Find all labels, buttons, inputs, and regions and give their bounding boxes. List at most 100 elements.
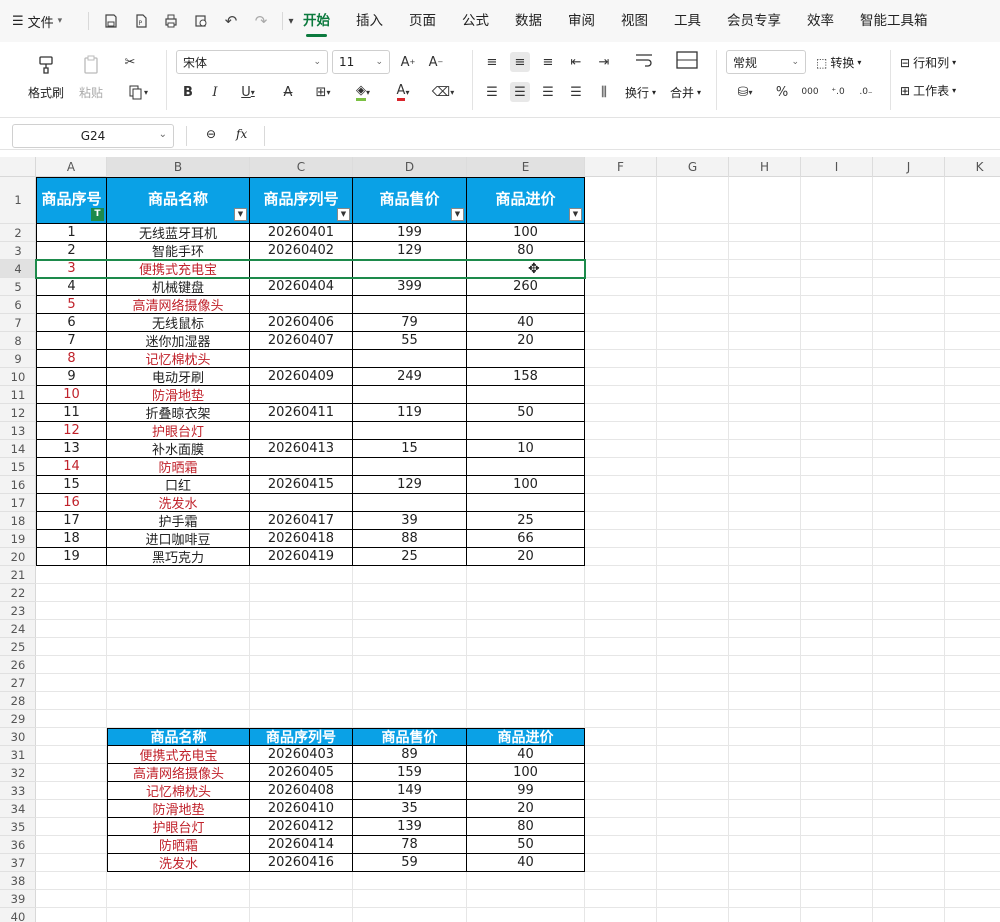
font-color-icon[interactable]: A ▾ [388, 82, 418, 102]
table-cell[interactable]: 119 [353, 404, 467, 422]
table-cell[interactable]: 15 [353, 440, 467, 458]
tab-1[interactable]: 插入 [343, 0, 396, 42]
table-cell[interactable]: 20260415 [250, 476, 353, 494]
table-cell[interactable]: 2 [36, 242, 107, 260]
table-cell[interactable]: 20260401 [250, 224, 353, 242]
table-cell[interactable]: 20260412 [250, 818, 353, 836]
table-cell[interactable]: 20260402 [250, 242, 353, 260]
number-format-select[interactable]: 常规 ⌄ [726, 50, 806, 74]
row-header[interactable]: 18 [0, 512, 36, 530]
table-cell[interactable]: 20 [467, 332, 585, 350]
row-header[interactable]: 34 [0, 800, 36, 818]
table-header-cell[interactable]: 商品售价 [353, 177, 467, 224]
table-cell[interactable]: 50 [467, 404, 585, 422]
wrap-text-button[interactable]: 换行 ▾ [625, 84, 656, 101]
table-cell[interactable]: 20260410 [250, 800, 353, 818]
table-cell[interactable]: 防滑地垫 [107, 386, 250, 404]
filter-dropdown-icon[interactable]: ▼ [337, 208, 350, 221]
table-cell[interactable] [353, 386, 467, 404]
merge-cells-icon[interactable] [674, 50, 700, 70]
row-header[interactable]: 16 [0, 476, 36, 494]
table-cell[interactable] [467, 458, 585, 476]
table-cell[interactable]: 20260409 [250, 368, 353, 386]
table-cell[interactable] [467, 494, 585, 512]
row-header[interactable]: 3 [0, 242, 36, 260]
row-header[interactable]: 37 [0, 854, 36, 872]
tab-9[interactable]: 效率 [794, 0, 847, 42]
column-header-G[interactable]: G [657, 157, 729, 177]
table-cell[interactable]: 25 [467, 512, 585, 530]
table-cell[interactable]: 8 [36, 350, 107, 368]
row-header[interactable]: 26 [0, 656, 36, 674]
table-cell[interactable]: 159 [353, 764, 467, 782]
distribute-icon[interactable]: ⫼ [594, 82, 614, 102]
align-middle-icon[interactable]: ≡ [510, 52, 530, 72]
table-cell[interactable]: 20260407 [250, 332, 353, 350]
table-cell[interactable] [467, 422, 585, 440]
format-painter-button[interactable]: 格式刷 [28, 52, 64, 101]
indent-decrease-icon[interactable]: ⇤ [566, 52, 586, 72]
column-header-E[interactable]: E [467, 157, 585, 177]
table-cell[interactable]: 59 [353, 854, 467, 872]
table-cell[interactable]: 1 [36, 224, 107, 242]
table-cell[interactable]: 399 [353, 278, 467, 296]
file-menu[interactable]: ☰ 文件 ▾ [12, 10, 62, 32]
table-cell[interactable]: 20260416 [250, 854, 353, 872]
column-header-I[interactable]: I [801, 157, 873, 177]
row-header[interactable]: 11 [0, 386, 36, 404]
table-cell[interactable]: 6 [36, 314, 107, 332]
table-cell[interactable]: 40 [467, 854, 585, 872]
tab-3[interactable]: 公式 [449, 0, 502, 42]
filter-dropdown-icon[interactable]: ▼ [451, 208, 464, 221]
row-header[interactable]: 20 [0, 548, 36, 566]
table-cell[interactable] [353, 494, 467, 512]
tab-2[interactable]: 页面 [396, 0, 449, 42]
table-cell[interactable] [250, 296, 353, 314]
table-cell[interactable]: 20 [467, 800, 585, 818]
print-icon[interactable] [160, 10, 182, 32]
align-top-icon[interactable]: ≡ [482, 52, 502, 72]
table-cell[interactable]: 洗发水 [107, 854, 250, 872]
row-header[interactable]: 25 [0, 638, 36, 656]
row-header[interactable]: 28 [0, 692, 36, 710]
tab-7[interactable]: 工具 [661, 0, 714, 42]
row-header[interactable]: 15 [0, 458, 36, 476]
table-cell[interactable]: 补水面膜 [107, 440, 250, 458]
table-cell[interactable]: 158 [467, 368, 585, 386]
table-header-cell[interactable]: 商品名称 [107, 177, 250, 224]
border-icon[interactable]: ⊞ ▾ [308, 82, 338, 102]
row-header[interactable]: 7 [0, 314, 36, 332]
underline-icon[interactable]: U ▾ [234, 82, 262, 102]
worksheet-button[interactable]: ⊞ 工作表 ▾ [900, 82, 956, 99]
table-cell[interactable] [467, 386, 585, 404]
table-cell[interactable]: 记忆棉枕头 [107, 782, 250, 800]
table-cell[interactable]: 17 [36, 512, 107, 530]
table-cell[interactable]: 20 [467, 548, 585, 566]
row-header[interactable]: 5 [0, 278, 36, 296]
column-header-K[interactable]: K [945, 157, 1000, 177]
currency-icon[interactable]: ⛁ ▾ [730, 82, 760, 102]
tab-6[interactable]: 视图 [608, 0, 661, 42]
table-cell[interactable]: 9 [36, 368, 107, 386]
row-header[interactable]: 23 [0, 602, 36, 620]
table-cell[interactable] [250, 386, 353, 404]
table-cell[interactable]: 4 [36, 278, 107, 296]
increase-font-icon[interactable]: A + [398, 52, 418, 72]
row-header[interactable]: 1 [0, 177, 36, 224]
table-cell[interactable]: 防滑地垫 [107, 800, 250, 818]
tab-4[interactable]: 数据 [502, 0, 555, 42]
table-cell[interactable]: 25 [353, 548, 467, 566]
table-cell[interactable]: 7 [36, 332, 107, 350]
table-cell[interactable] [467, 296, 585, 314]
clear-format-icon[interactable]: ⌫ ▾ [428, 82, 458, 102]
row-header[interactable]: 17 [0, 494, 36, 512]
table-cell[interactable] [250, 458, 353, 476]
thousands-icon[interactable]: 000 [800, 82, 820, 102]
table-cell[interactable] [250, 260, 353, 278]
table-cell[interactable]: 149 [353, 782, 467, 800]
table-cell[interactable] [353, 422, 467, 440]
table-header-cell[interactable]: 商品序列号 [250, 728, 353, 746]
copy-icon[interactable]: ▾ [122, 82, 154, 102]
filter-dropdown-icon[interactable]: ▼ [234, 208, 247, 221]
font-size-select[interactable]: 11 ⌄ [332, 50, 390, 74]
